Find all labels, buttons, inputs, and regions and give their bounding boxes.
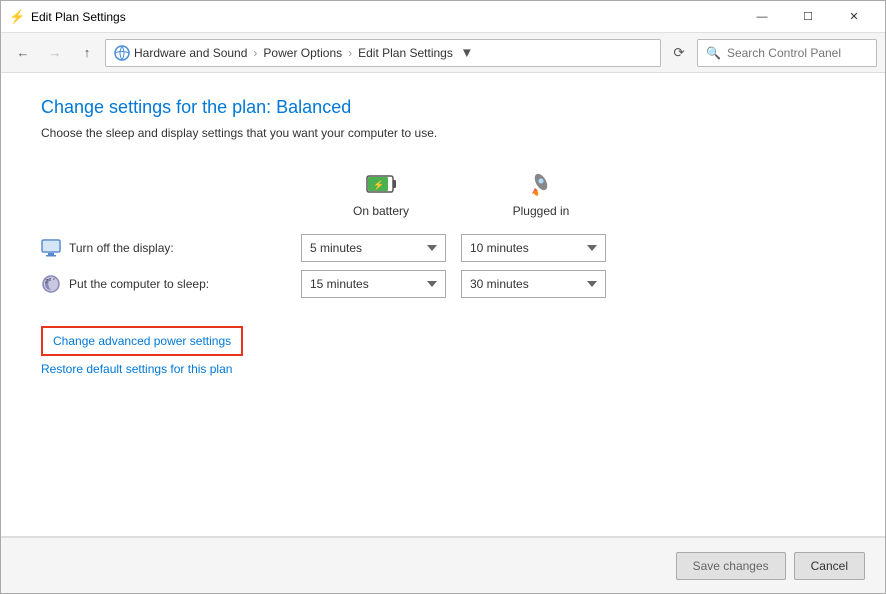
- display-setting-text: Turn off the display:: [69, 241, 174, 255]
- title-bar: ⚡ Edit Plan Settings — ☐ ✕: [1, 1, 885, 33]
- svg-text:z: z: [53, 276, 55, 281]
- sleep-plugged-select[interactable]: 1 minute 2 minutes 3 minutes 5 minutes 1…: [461, 270, 606, 298]
- save-button[interactable]: Save changes: [676, 552, 786, 580]
- link-section: Change advanced power settings Restore d…: [41, 326, 845, 376]
- window-controls: — ☐ ✕: [739, 1, 877, 33]
- sleep-setting-label: z z z Put the computer to sleep:: [41, 266, 301, 302]
- advanced-power-link[interactable]: Change advanced power settings: [41, 326, 243, 356]
- settings-grid: ⚡ On battery Plugged in: [41, 168, 845, 302]
- main-window: ⚡ Edit Plan Settings — ☐ ✕ ← → ↑ Hardwar…: [0, 0, 886, 594]
- content-area: Change settings for the plan: Balanced C…: [1, 73, 885, 536]
- breadcrumb-power: Power Options: [263, 46, 342, 60]
- minimize-button[interactable]: —: [739, 1, 785, 33]
- on-battery-header: ⚡ On battery: [301, 168, 461, 230]
- sleep-battery-cell: 1 minute 2 minutes 3 minutes 5 minutes 1…: [301, 266, 461, 302]
- plugged-icon: [525, 168, 557, 200]
- maximize-button[interactable]: ☐: [785, 1, 831, 33]
- main-content: Change settings for the plan: Balanced C…: [1, 73, 885, 593]
- display-battery-cell: 1 minute 2 minutes 3 minutes 5 minutes 1…: [301, 230, 461, 266]
- svg-text:⚡: ⚡: [373, 179, 384, 191]
- sleep-battery-select[interactable]: 1 minute 2 minutes 3 minutes 5 minutes 1…: [301, 270, 446, 298]
- nav-bar: ← → ↑ Hardware and Sound › Power Options…: [1, 33, 885, 73]
- close-button[interactable]: ✕: [831, 1, 877, 33]
- plugged-in-header: Plugged in: [461, 168, 621, 230]
- search-icon: 🔍: [706, 46, 721, 60]
- sleep-setting-text: Put the computer to sleep:: [69, 277, 209, 291]
- sleep-icon: z z z: [41, 274, 61, 294]
- refresh-button[interactable]: ⟳: [665, 39, 693, 67]
- breadcrumb-sep-2: ›: [348, 46, 352, 60]
- window-icon: ⚡: [9, 9, 25, 25]
- forward-button[interactable]: →: [41, 39, 69, 67]
- footer: Save changes Cancel: [1, 537, 885, 593]
- display-plugged-cell: 1 minute 2 minutes 3 minutes 5 minutes 1…: [461, 230, 621, 266]
- display-plugged-select[interactable]: 1 minute 2 minutes 3 minutes 5 minutes 1…: [461, 234, 606, 262]
- breadcrumb-hardware: Hardware and Sound: [134, 46, 247, 60]
- search-box: 🔍: [697, 39, 877, 67]
- search-input[interactable]: [727, 46, 868, 60]
- display-battery-select[interactable]: 1 minute 2 minutes 3 minutes 5 minutes 1…: [301, 234, 446, 262]
- page-title: Change settings for the plan: Balanced: [41, 97, 845, 118]
- breadcrumb-current: Edit Plan Settings: [358, 46, 453, 60]
- restore-defaults-link[interactable]: Restore default settings for this plan: [41, 362, 845, 376]
- monitor-icon: [41, 238, 61, 258]
- address-dropdown-button[interactable]: ▼: [457, 39, 477, 67]
- address-bar: Hardware and Sound › Power Options › Edi…: [105, 39, 661, 67]
- back-button[interactable]: ←: [9, 39, 37, 67]
- page-subtitle: Choose the sleep and display settings th…: [41, 126, 845, 140]
- on-battery-label: On battery: [353, 204, 409, 218]
- up-button[interactable]: ↑: [73, 39, 101, 67]
- battery-icon: ⚡: [365, 168, 397, 200]
- globe-icon: [114, 45, 130, 61]
- display-setting-label: Turn off the display:: [41, 230, 301, 266]
- breadcrumb-sep-1: ›: [253, 46, 257, 60]
- plugged-in-label: Plugged in: [513, 204, 570, 218]
- window-title: Edit Plan Settings: [31, 10, 739, 24]
- sleep-plugged-cell: 1 minute 2 minutes 3 minutes 5 minutes 1…: [461, 266, 621, 302]
- cancel-button[interactable]: Cancel: [794, 552, 865, 580]
